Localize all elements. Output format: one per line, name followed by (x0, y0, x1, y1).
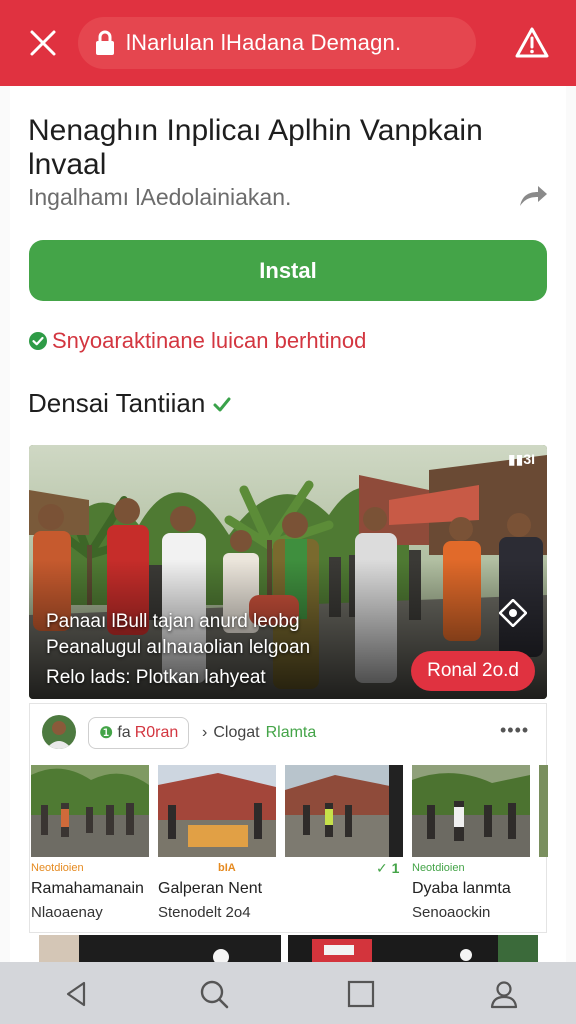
hero-photo[interactable]: ▮▮3I Panaaı lBull tajan anurd leobg Pean… (29, 445, 547, 699)
thumb-image (288, 935, 538, 962)
section-heading: Densai Tantiian (28, 388, 233, 419)
breadcrumb-a: Clogat (213, 724, 260, 741)
nav-back-button[interactable] (56, 974, 96, 1014)
nav-profile-button[interactable] (484, 974, 524, 1014)
feed-row2-thumb-2[interactable] (288, 935, 538, 962)
item-title[interactable]: Galperan Nent (158, 880, 262, 898)
warning-button[interactable] (510, 22, 554, 64)
avatar-image (42, 715, 76, 749)
system-nav-bar (0, 962, 576, 1024)
thumb-image (39, 935, 281, 962)
breadcrumb-arrow-icon: › (202, 724, 208, 741)
feed-thumb-5-partial[interactable] (539, 765, 548, 857)
feed-thumb-3[interactable] (285, 765, 403, 857)
thumb-image (285, 765, 403, 857)
item-subtitle: Nlaoaenay (31, 904, 103, 921)
web-page: Nenaghın Inplicaı Aplhin Vanpkain lnvaal… (10, 86, 566, 962)
url-text: lNarlulan lHadana Demagn. (126, 30, 402, 55)
tag-label-a: fa (117, 724, 131, 741)
item-subtitle: Stenodelt 2o4 (158, 904, 251, 921)
feed-thumb-2[interactable] (158, 765, 276, 857)
item-label: Neotdioien (31, 862, 84, 874)
item-label: bIA (218, 862, 236, 874)
hero-caption-line2: Peanalugul aılnaıaolian lelgoan (46, 637, 311, 658)
focus-target-icon[interactable] (499, 599, 527, 627)
browser-toolbar: lNarlulan lHadana Demagn. (0, 0, 576, 86)
hero-caption-line1: Panaaı lBull tajan anurd leobg (46, 611, 300, 632)
verified-text: Snyoaraktinane luican berhtinod (52, 328, 367, 353)
item-title[interactable]: Ramahamanain (31, 880, 144, 898)
warning-icon (515, 27, 549, 58)
lock-icon (96, 30, 114, 55)
feed-thumb-4[interactable] (412, 765, 530, 857)
verified-notice: Snyoaraktinane luican berhtinod (28, 328, 366, 354)
profile-icon (490, 981, 518, 1009)
item-subtitle: Senoaockin (412, 904, 491, 921)
search-icon (200, 980, 229, 1009)
photo-corner-badge: ▮▮3I (507, 451, 535, 467)
breadcrumb[interactable]: › Clogat Rlamta (202, 724, 316, 742)
tag-label-b: R0ran (134, 724, 179, 741)
avatar[interactable] (42, 715, 76, 749)
thumb-image (539, 765, 548, 857)
recents-icon (347, 980, 375, 1008)
back-icon (66, 981, 86, 1007)
close-button[interactable] (22, 24, 64, 62)
feed-row2-thumb-1[interactable] (39, 935, 281, 962)
item-title[interactable]: Dyaba lanmta (412, 880, 511, 898)
item-label: ✓ 1 (376, 860, 400, 876)
thumb-image (31, 765, 149, 857)
tag-glyph-icon: ❶ (99, 725, 114, 742)
item-label: Neotdioien (412, 862, 465, 874)
check-circle-icon (29, 332, 47, 350)
more-options-icon[interactable]: •••• (500, 720, 529, 741)
hero-badge[interactable]: Ronal 2o.d (411, 651, 535, 691)
app-subtitle: Ingalhamı lAedolainiakan. (28, 184, 292, 210)
close-icon (30, 30, 56, 56)
thumb-image (412, 765, 530, 857)
screen: lNarlulan lHadana Demagn. Nenaghın Inpli… (0, 0, 576, 1024)
nav-search-button[interactable] (194, 974, 234, 1014)
share-icon[interactable] (516, 180, 550, 210)
checkmark-icon (213, 397, 231, 411)
feed-card: ❶ fa R0ran › Clogat Rlamta •••• Neotdioi… (29, 703, 548, 933)
app-title: Nenaghın Inplicaı Aplhin Vanpkain lnvaal (28, 114, 483, 181)
breadcrumb-b: Rlamta (265, 724, 317, 741)
section-title: Densai Tantiian (28, 388, 206, 418)
install-button[interactable]: Instal (29, 240, 547, 301)
feed-thumb-1[interactable] (31, 765, 149, 857)
address-bar[interactable]: lNarlulan lHadana Demagn. (78, 17, 476, 69)
thumb-image (158, 765, 276, 857)
nav-recents-button[interactable] (341, 974, 381, 1014)
category-tag[interactable]: ❶ fa R0ran (88, 717, 190, 749)
hero-caption-line3: Relo lads: Plotkan lahyeat (46, 667, 266, 688)
